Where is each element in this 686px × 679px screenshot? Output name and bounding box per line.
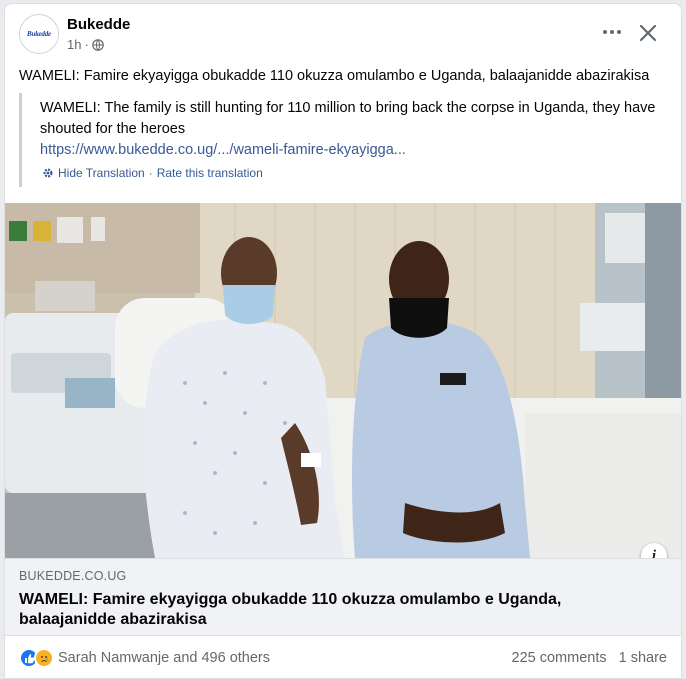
engagement-counts: 225 comments 1 share	[512, 650, 667, 666]
post-card: Bukedde Bukedde 1h · WAMELI: Famire ekya…	[4, 3, 682, 679]
shares-count[interactable]: 1 share	[619, 650, 667, 666]
page-name-link[interactable]: Bukedde	[67, 16, 130, 33]
article-link[interactable]: https://www.bukedde.co.ug/.../wameli-fam…	[40, 140, 660, 161]
link-title[interactable]: WAMELI: Famire ekyayigga obukadde 110 ok…	[19, 590, 619, 630]
rate-translation-link[interactable]: Rate this translation	[157, 166, 263, 180]
meta-dot: ·	[84, 37, 89, 52]
close-icon[interactable]	[637, 22, 659, 44]
hospital-photo-illustration	[5, 203, 681, 558]
gear-icon	[43, 168, 53, 178]
post-header: Bukedde Bukedde 1h ·	[5, 4, 681, 62]
link-preview[interactable]: BUKEDDE.CO.UG WAMELI: Famire ekyayigga o…	[5, 558, 681, 636]
translation-block: WAMELI: The family is still hunting for …	[19, 93, 669, 187]
more-options-icon[interactable]	[599, 22, 625, 42]
hide-translation-link[interactable]: Hide Translation	[58, 166, 145, 180]
reaction-summary[interactable]: Sarah Namwanje and 496 others	[19, 648, 270, 668]
sad-icon	[34, 648, 54, 668]
post-timestamp[interactable]: 1h	[67, 37, 81, 52]
post-text: WAMELI: Famire ekyayigga obukadde 110 ok…	[19, 68, 650, 84]
post-stats: Sarah Namwanje and 496 others 225 commen…	[5, 636, 681, 678]
avatar-logo-text: Bukedde	[27, 30, 51, 38]
reactors-text[interactable]: Sarah Namwanje and 496 others	[58, 650, 270, 666]
controls-separator: ·	[148, 166, 153, 180]
comments-count[interactable]: 225 comments	[512, 650, 607, 666]
translated-text: WAMELI: The family is still hunting for …	[40, 100, 656, 137]
translation-controls: Hide Translation · Rate this translation	[42, 166, 263, 180]
page-avatar[interactable]: Bukedde	[19, 14, 59, 54]
translation-text: WAMELI: The family is still hunting for …	[40, 93, 660, 161]
link-domain: BUKEDDE.CO.UG	[19, 569, 127, 583]
post-meta: 1h ·	[67, 37, 104, 52]
globe-icon	[92, 38, 104, 51]
post-photo[interactable]: i	[5, 203, 681, 558]
